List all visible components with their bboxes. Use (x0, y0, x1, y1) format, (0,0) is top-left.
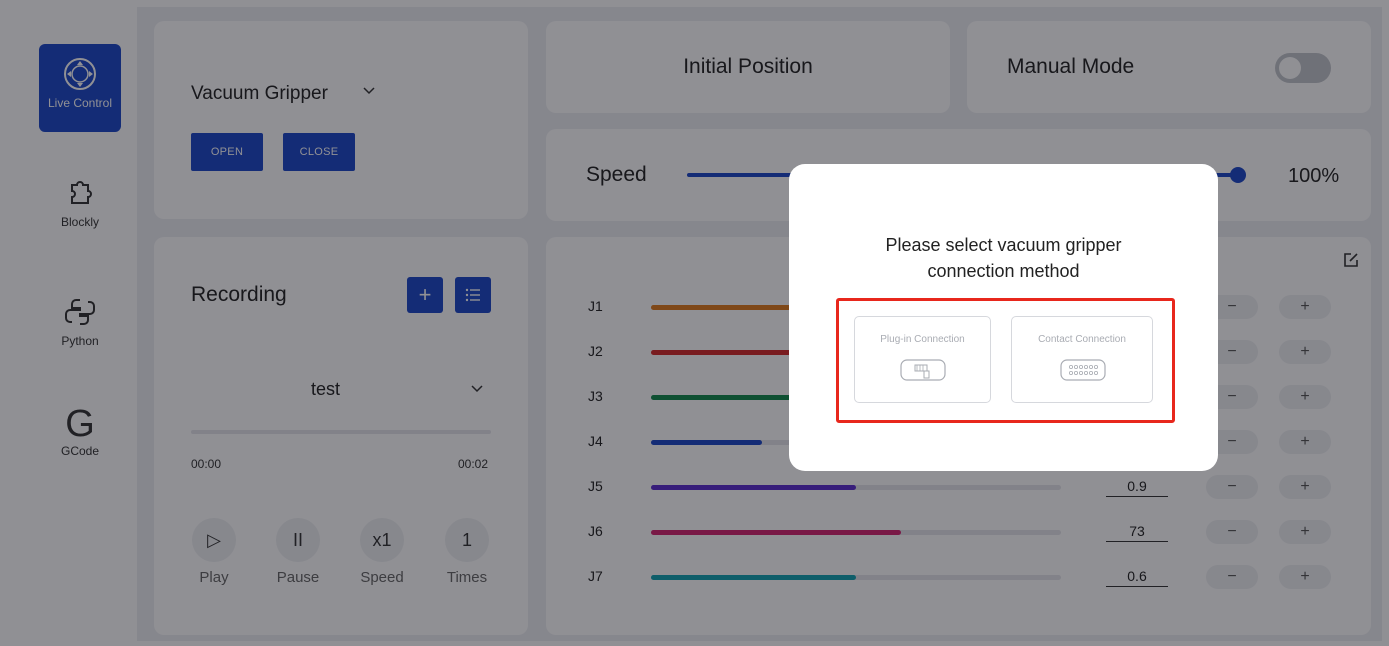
plug-icon (900, 359, 946, 381)
option-label: Plug-in Connection (880, 334, 965, 345)
plug-in-connection-option[interactable]: Plug-in Connection (854, 316, 991, 403)
dialog-title: Please select vacuum gripper connection … (885, 235, 1122, 281)
contact-pins-icon (1060, 359, 1106, 381)
option-label: Contact Connection (1038, 334, 1126, 345)
connection-method-dialog: Please select vacuum gripper connection … (789, 164, 1218, 471)
contact-connection-option[interactable]: Contact Connection (1011, 316, 1153, 403)
